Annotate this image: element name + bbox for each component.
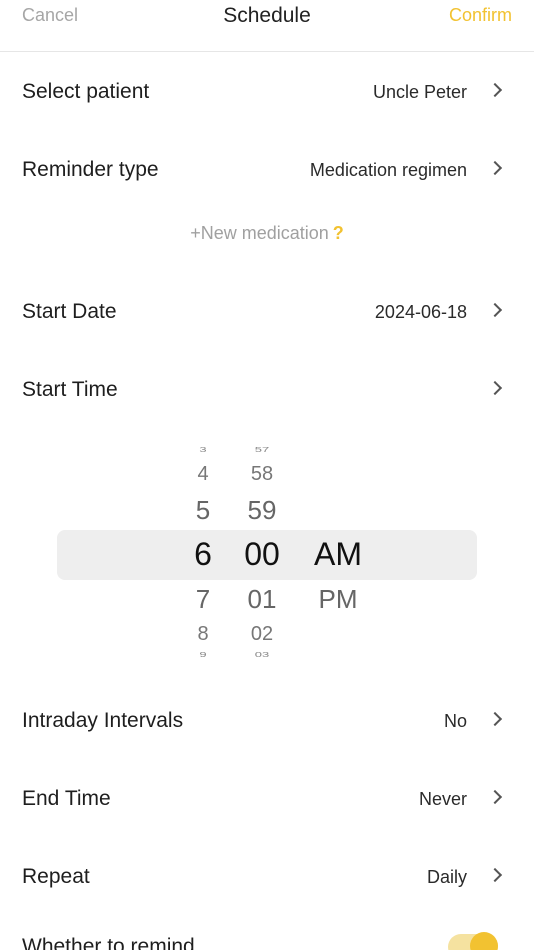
select-patient-label: Select patient bbox=[22, 80, 150, 103]
repeat-label: Repeat bbox=[22, 865, 90, 888]
remind-toggle[interactable] bbox=[448, 932, 498, 950]
new-medication-text: +New medication bbox=[190, 223, 329, 243]
intraday-intervals-row[interactable]: Intraday Intervals No bbox=[0, 701, 534, 741]
start-time-row[interactable]: Start Time bbox=[0, 370, 534, 410]
start-date-row[interactable]: Start Date 2024-06-18 bbox=[0, 292, 534, 332]
reminder-type-row[interactable]: Reminder type Medication regimen bbox=[0, 150, 534, 190]
repeat-row[interactable]: Repeat Daily bbox=[0, 857, 534, 897]
start-date-label: Start Date bbox=[22, 300, 117, 323]
chevron-right-icon bbox=[487, 789, 503, 805]
picker-period-selected[interactable]: AM bbox=[306, 536, 370, 573]
end-time-label: End Time bbox=[22, 787, 111, 810]
reminder-type-value: Medication regimen bbox=[309, 160, 467, 180]
picker-hour-option[interactable]: 9 bbox=[178, 650, 228, 658]
end-time-row[interactable]: End Time Never bbox=[0, 779, 534, 819]
chevron-right-icon bbox=[487, 160, 503, 176]
picker-hour-selected[interactable]: 6 bbox=[178, 536, 228, 573]
intraday-intervals-label: Intraday Intervals bbox=[22, 709, 184, 732]
intraday-intervals-value: No bbox=[443, 711, 467, 731]
picker-hour-option[interactable]: 3 bbox=[178, 445, 228, 453]
picker-minute-option[interactable]: 01 bbox=[236, 584, 288, 615]
picker-hour-option[interactable]: 4 bbox=[178, 463, 228, 486]
reminder-type-label: Reminder type bbox=[22, 158, 159, 181]
help-question-icon[interactable]: ? bbox=[333, 223, 344, 243]
picker-hour-option[interactable]: 8 bbox=[178, 623, 228, 646]
select-patient-value: Uncle Peter bbox=[372, 82, 467, 102]
whether-to-remind-label: Whether to remind bbox=[22, 935, 195, 950]
chevron-right-icon bbox=[487, 302, 503, 318]
header-bar: Cancel Schedule Confirm bbox=[0, 0, 534, 52]
repeat-value: Daily bbox=[426, 867, 467, 887]
start-time-label: Start Time bbox=[22, 378, 118, 401]
select-patient-row[interactable]: Select patient Uncle Peter bbox=[0, 72, 534, 112]
picker-hour-option[interactable]: 7 bbox=[178, 584, 228, 615]
new-medication-link[interactable]: +New medication? bbox=[0, 223, 534, 244]
chevron-right-icon bbox=[487, 711, 503, 727]
picker-period-option[interactable]: PM bbox=[306, 584, 370, 615]
confirm-button[interactable]: Confirm bbox=[449, 5, 512, 26]
chevron-right-icon bbox=[487, 82, 503, 98]
chevron-right-icon bbox=[487, 867, 503, 883]
chevron-right-icon bbox=[487, 380, 503, 396]
end-time-value: Never bbox=[418, 789, 467, 809]
picker-minute-selected[interactable]: 00 bbox=[236, 536, 288, 573]
picker-minute-option[interactable]: 03 bbox=[236, 650, 288, 658]
start-date-value: 2024-06-18 bbox=[374, 302, 467, 322]
picker-minute-option[interactable]: 58 bbox=[236, 463, 288, 486]
picker-minute-option[interactable]: 59 bbox=[236, 495, 288, 526]
picker-minute-option[interactable]: 57 bbox=[236, 445, 288, 453]
picker-hour-option[interactable]: 5 bbox=[178, 495, 228, 526]
picker-minute-option[interactable]: 02 bbox=[236, 623, 288, 646]
